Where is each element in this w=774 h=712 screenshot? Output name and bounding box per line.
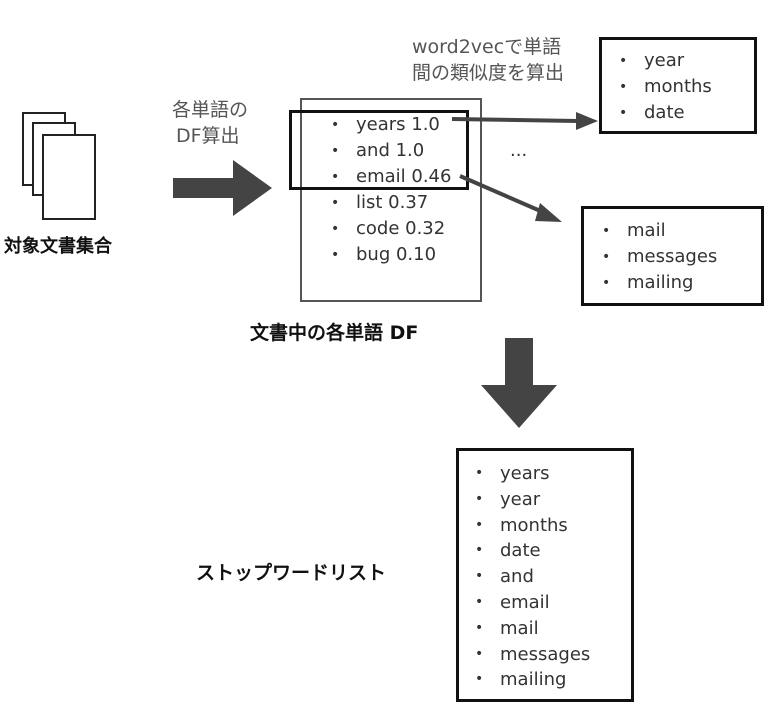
down-arrow-icon (481, 338, 557, 428)
right-arrow-icon (173, 160, 272, 216)
email-similarity-arrowhead-icon (535, 203, 562, 222)
years-similarity-arrow-line (451, 117, 579, 123)
email-similarity-arrow-line (459, 174, 546, 215)
arrows-layer (173, 112, 598, 428)
years-similarity-arrowhead-icon (576, 112, 598, 130)
